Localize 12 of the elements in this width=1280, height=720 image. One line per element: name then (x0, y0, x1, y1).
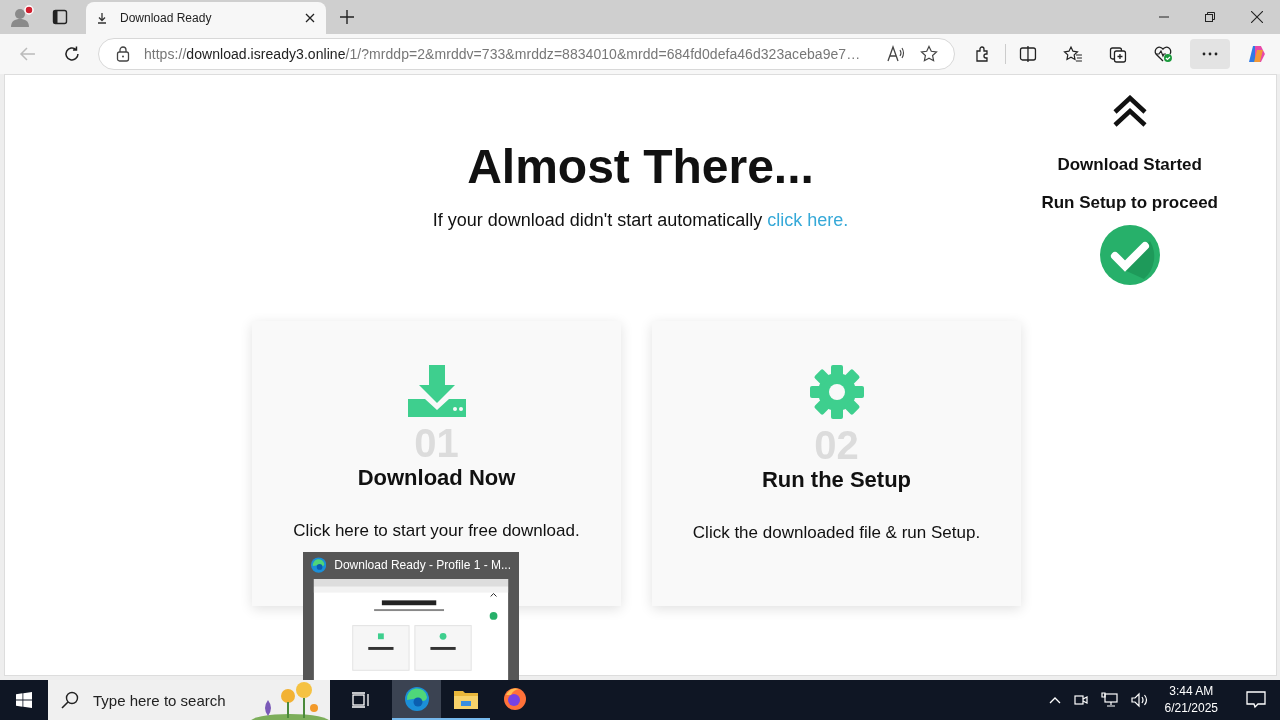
tab-title: Download Ready (120, 11, 213, 25)
search-placeholder: Type here to search (93, 691, 226, 709)
card-title: Download Now (357, 465, 516, 491)
notice-text: Run Setup to proceed (1041, 193, 1218, 213)
page-heading: Almost There... (467, 139, 814, 194)
card-title: Run the Setup (761, 467, 912, 493)
notice-text: Download Started (1057, 155, 1202, 175)
card-text: Click here to start your free download. (293, 521, 580, 541)
subheading-text: If your download didn't start automatically (432, 210, 763, 230)
url-text: https://download.isready3.online/1/?mrddp=2&mrddv=733&mrddz=8834010&mrdd=684fd0defa46d323aceba9e7… (143, 46, 862, 62)
card-text: Click the downloaded file & run Setup. (692, 523, 981, 543)
preview-title: Download Ready - Profile 1 - M... (334, 558, 511, 572)
